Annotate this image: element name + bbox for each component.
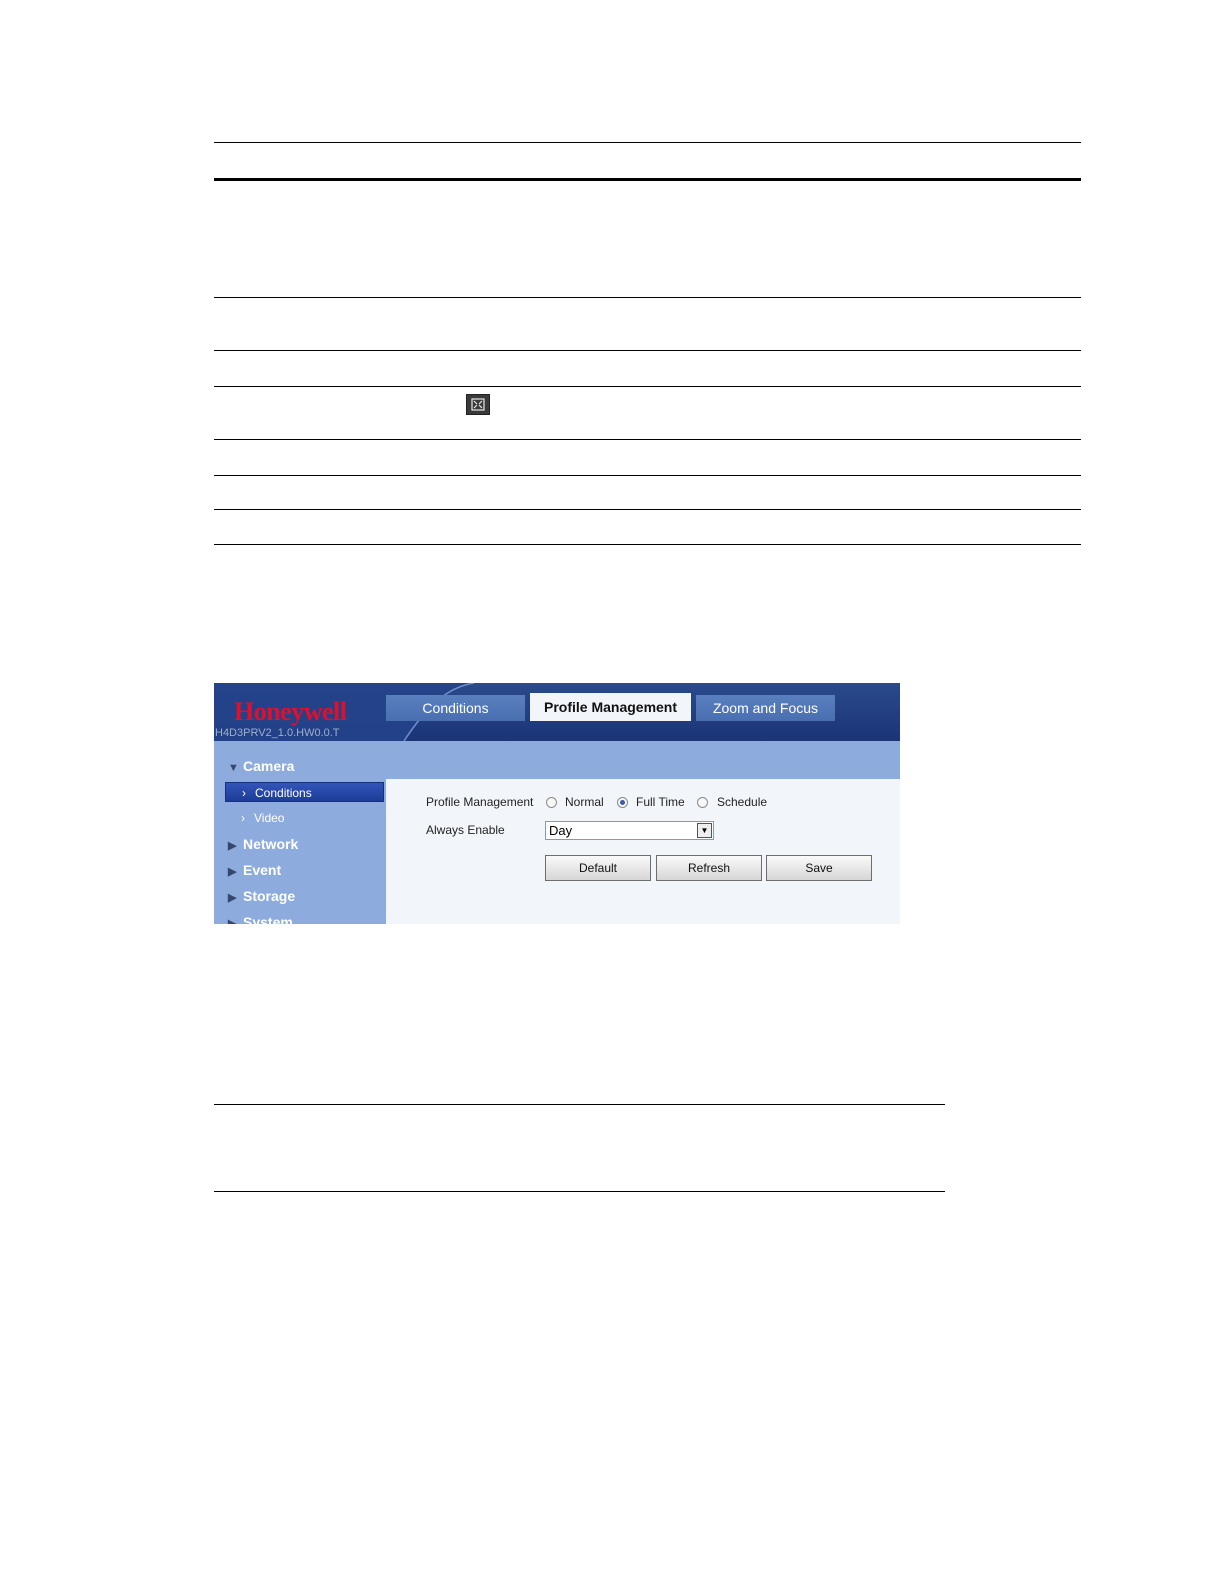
radio-normal-label: Normal xyxy=(565,795,604,809)
note-bottom-rule xyxy=(214,1191,945,1192)
default-button[interactable]: Default xyxy=(545,855,651,881)
nav-system[interactable]: ▶ System xyxy=(228,914,293,924)
table-row-rule xyxy=(214,350,1081,351)
triangle-down-icon: ▼ xyxy=(228,762,239,774)
table-row-rule xyxy=(214,297,1081,298)
refresh-button[interactable]: Refresh xyxy=(656,855,762,881)
nav-storage[interactable]: ▶ Storage xyxy=(228,888,295,904)
radio-schedule[interactable] xyxy=(697,797,708,808)
camera-web-ui-screenshot: Honeywell H4D3PRV2_1.0.HW0.0.T ▼ Camera ›… xyxy=(214,683,900,924)
nav-event[interactable]: ▶ Event xyxy=(228,862,281,878)
nav-conditions[interactable]: › Conditions xyxy=(225,782,384,802)
always-enable-select[interactable]: Day ▼ xyxy=(545,821,714,840)
radio-full-time-label: Full Time xyxy=(636,795,685,809)
tab-profile-management[interactable]: Profile Management xyxy=(530,693,691,721)
table-row-rule xyxy=(214,386,1081,387)
triangle-right-icon: ▶ xyxy=(228,866,237,878)
triangle-right-icon: ▶ xyxy=(228,892,237,904)
tab-bar xyxy=(386,741,900,779)
radio-schedule-label: Schedule xyxy=(717,795,768,809)
honeywell-logo: Honeywell xyxy=(234,697,347,726)
sidebar: ▼ Camera › Conditions › Video ▶ Network ▶ Eve… xyxy=(214,741,386,924)
save-button[interactable]: Save xyxy=(766,855,872,881)
dropdown-arrow-icon[interactable]: ▼ xyxy=(697,823,712,838)
nav-network[interactable]: ▶ Network xyxy=(228,836,298,852)
table-top-rule xyxy=(214,142,1081,143)
radio-normal[interactable] xyxy=(546,797,557,808)
table-row-rule xyxy=(214,509,1081,510)
firmware-version: H4D3PRV2_1.0.HW0.0.T xyxy=(215,727,340,739)
chevron-right-icon: › xyxy=(242,786,246,800)
radio-full-time[interactable] xyxy=(617,797,628,808)
table-row-rule xyxy=(214,475,1081,476)
profile-management-label: Profile Management xyxy=(426,795,534,809)
chevron-right-icon: › xyxy=(241,811,245,825)
tab-conditions[interactable]: Conditions xyxy=(386,695,525,721)
triangle-right-icon: ▶ xyxy=(228,918,237,924)
always-enable-label: Always Enable xyxy=(426,823,505,837)
note-top-rule xyxy=(214,1104,945,1105)
table-bottom-rule xyxy=(214,544,1081,545)
table-row-rule xyxy=(214,439,1081,440)
always-enable-value: Day xyxy=(549,823,573,838)
tab-zoom-and-focus[interactable]: Zoom and Focus xyxy=(696,695,835,721)
nav-camera[interactable]: ▼ Camera xyxy=(228,758,294,774)
triangle-right-icon: ▶ xyxy=(228,840,237,852)
fullscreen-icon xyxy=(466,394,490,415)
nav-video[interactable]: › Video xyxy=(225,808,384,828)
table-header-rule xyxy=(214,178,1081,181)
